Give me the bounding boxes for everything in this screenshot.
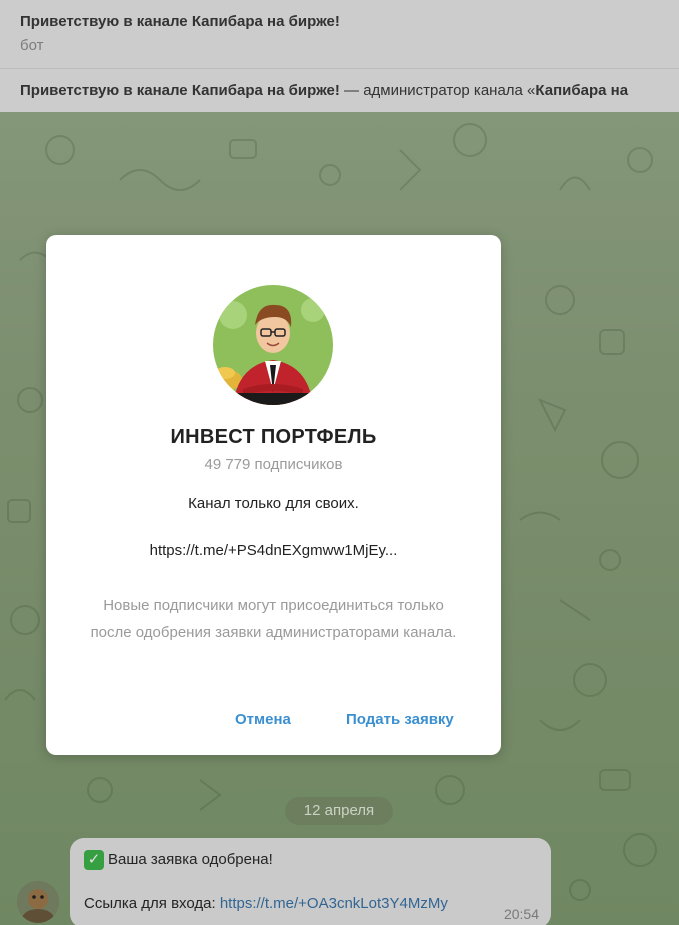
channel-invite-link[interactable]: https://t.me/+PS4dnEXgmww1MjEy... xyxy=(46,542,501,559)
approval-note: Новые подписчики могут присоединиться то… xyxy=(90,597,457,641)
channel-avatar xyxy=(213,285,333,405)
join-channel-dialog: ИНВЕСТ ПОРТФЕЛЬ 49 779 подписчиков Канал… xyxy=(46,235,501,755)
request-to-join-button[interactable]: Подать заявку xyxy=(346,711,454,728)
subscriber-count: 49 779 подписчиков xyxy=(204,456,343,473)
channel-name: ИНВЕСТ ПОРТФЕЛЬ xyxy=(170,426,377,448)
cancel-button[interactable]: Отмена xyxy=(235,711,291,728)
channel-description: Канал только для своих. xyxy=(188,495,359,512)
channel-avatar-image xyxy=(213,285,333,405)
